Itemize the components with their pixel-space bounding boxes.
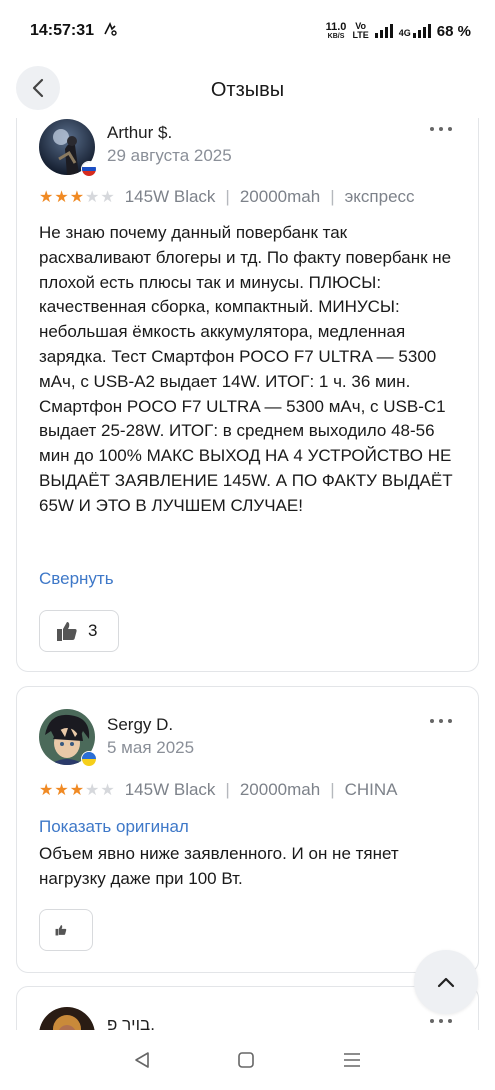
like-count: 3 xyxy=(88,621,98,640)
status-bar: 14:57:31 11.0 KB/S Vo LTE 4G 68 % xyxy=(0,0,495,62)
review-meta: ★ ★ ★ ★ ★ 145W Black | 20000mah | CHINA xyxy=(39,780,398,800)
collapse-link[interactable]: Свернуть xyxy=(39,569,114,589)
review-meta: ★ ★ ★ ★ ★ 145W Black | 20000mah | экспресс xyxy=(39,187,415,207)
review-date: 5 мая 2025 xyxy=(107,738,195,757)
review-author: Arthur $. xyxy=(107,123,173,142)
star-empty-icon: ★ xyxy=(85,189,100,206)
page-title: Отзывы xyxy=(210,78,285,101)
chevron-left-icon xyxy=(32,78,44,98)
star-filled-icon: ★ xyxy=(39,189,54,206)
review-date: 29 августа 2025 xyxy=(107,146,232,165)
rating-stars: ★ ★ ★ ★ ★ xyxy=(39,780,115,800)
battery-level: 68 % xyxy=(436,22,471,40)
net-speed: 11.0 KB/S xyxy=(325,20,347,40)
variant-label: 145W Black xyxy=(124,780,216,799)
back-button[interactable] xyxy=(16,66,60,110)
star-empty-icon: ★ xyxy=(100,189,115,206)
capacity-label: 20000mah xyxy=(239,187,321,206)
volte-indicator: Vo LTE xyxy=(352,21,369,40)
star-filled-icon: ★ xyxy=(69,782,85,799)
more-dots-icon[interactable] xyxy=(430,127,452,133)
review-text: Объем явно ниже заявленного. И он не тян… xyxy=(39,844,399,888)
system-nav-bar xyxy=(0,1030,495,1090)
star-empty-icon: ★ xyxy=(100,782,115,799)
thumbs-up-icon xyxy=(55,925,67,936)
nav-home-icon[interactable] xyxy=(237,1051,255,1069)
more-dots-icon[interactable] xyxy=(430,1019,452,1025)
hotspot-icon xyxy=(102,21,118,42)
review-card: בויר פ. xyxy=(16,986,479,1030)
russia-flag-icon xyxy=(81,161,97,177)
rating-stars: ★ ★ ★ ★ ★ xyxy=(39,187,115,207)
like-button[interactable] xyxy=(39,909,93,951)
review-card: Arthur $. 29 августа 2025 ★ ★ ★ ★ ★ 145W Bla… xyxy=(16,118,479,672)
more-dots-icon[interactable] xyxy=(430,719,452,725)
star-filled-icon: ★ xyxy=(69,189,85,206)
network-type: 4G xyxy=(398,28,411,38)
star-filled-icon: ★ xyxy=(54,782,69,799)
status-time: 14:57:31 xyxy=(30,22,95,39)
like-button[interactable]: 3 xyxy=(39,610,119,652)
nav-back-icon[interactable] xyxy=(133,1051,151,1069)
review-card: Sergy D. 5 мая 2025 ★ ★ ★ ★ ★ 145W Black | 2… xyxy=(16,686,479,973)
delivery-label: CHINA xyxy=(344,780,398,799)
star-empty-icon: ★ xyxy=(85,782,100,799)
avatar[interactable] xyxy=(39,1007,95,1030)
header: Отзывы xyxy=(0,62,495,118)
signal-icon-2 xyxy=(412,24,431,38)
capacity-label: 20000mah xyxy=(239,780,321,799)
star-filled-icon: ★ xyxy=(54,189,69,206)
review-author: בויר פ. xyxy=(107,1015,155,1030)
star-filled-icon: ★ xyxy=(39,782,54,799)
delivery-label: экспресс xyxy=(344,187,415,206)
signal-icon xyxy=(374,24,393,38)
show-original-link[interactable]: Показать оригинал xyxy=(39,817,189,837)
scroll-top-button[interactable] xyxy=(414,950,478,1014)
nav-menu-icon[interactable] xyxy=(342,1051,362,1069)
ukraine-flag-icon xyxy=(81,751,97,767)
review-text: Не знаю почему данный повербанк так расх… xyxy=(39,223,453,515)
reviews-list[interactable]: Arthur $. 29 августа 2025 ★ ★ ★ ★ ★ 145W Bla… xyxy=(0,118,495,1030)
review-author: Sergy D. xyxy=(107,715,174,734)
thumbs-up-icon xyxy=(57,622,77,641)
chevron-up-icon xyxy=(437,977,455,988)
variant-label: 145W Black xyxy=(124,187,216,206)
